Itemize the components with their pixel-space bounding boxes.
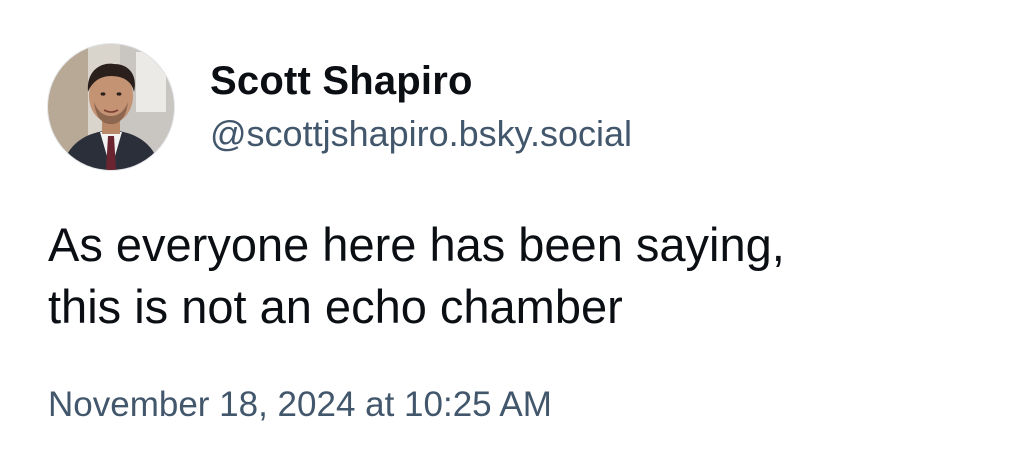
post-text: As everyone here has been saying, this i… [48, 218, 785, 333]
author-names: Scott Shapiro @scottjshapiro.bsky.social [210, 57, 632, 157]
post-header: Scott Shapiro @scottjshapiro.bsky.social [48, 44, 632, 170]
author-avatar[interactable] [48, 44, 174, 170]
author-display-name[interactable]: Scott Shapiro [210, 57, 632, 105]
post-timestamp[interactable]: November 18, 2024 at 10:25 AM [48, 382, 552, 428]
author-handle[interactable]: @scottjshapiro.bsky.social [210, 111, 632, 157]
post-card: Scott Shapiro @scottjshapiro.bsky.social… [0, 0, 1036, 454]
avatar-photo-icon [48, 44, 174, 170]
